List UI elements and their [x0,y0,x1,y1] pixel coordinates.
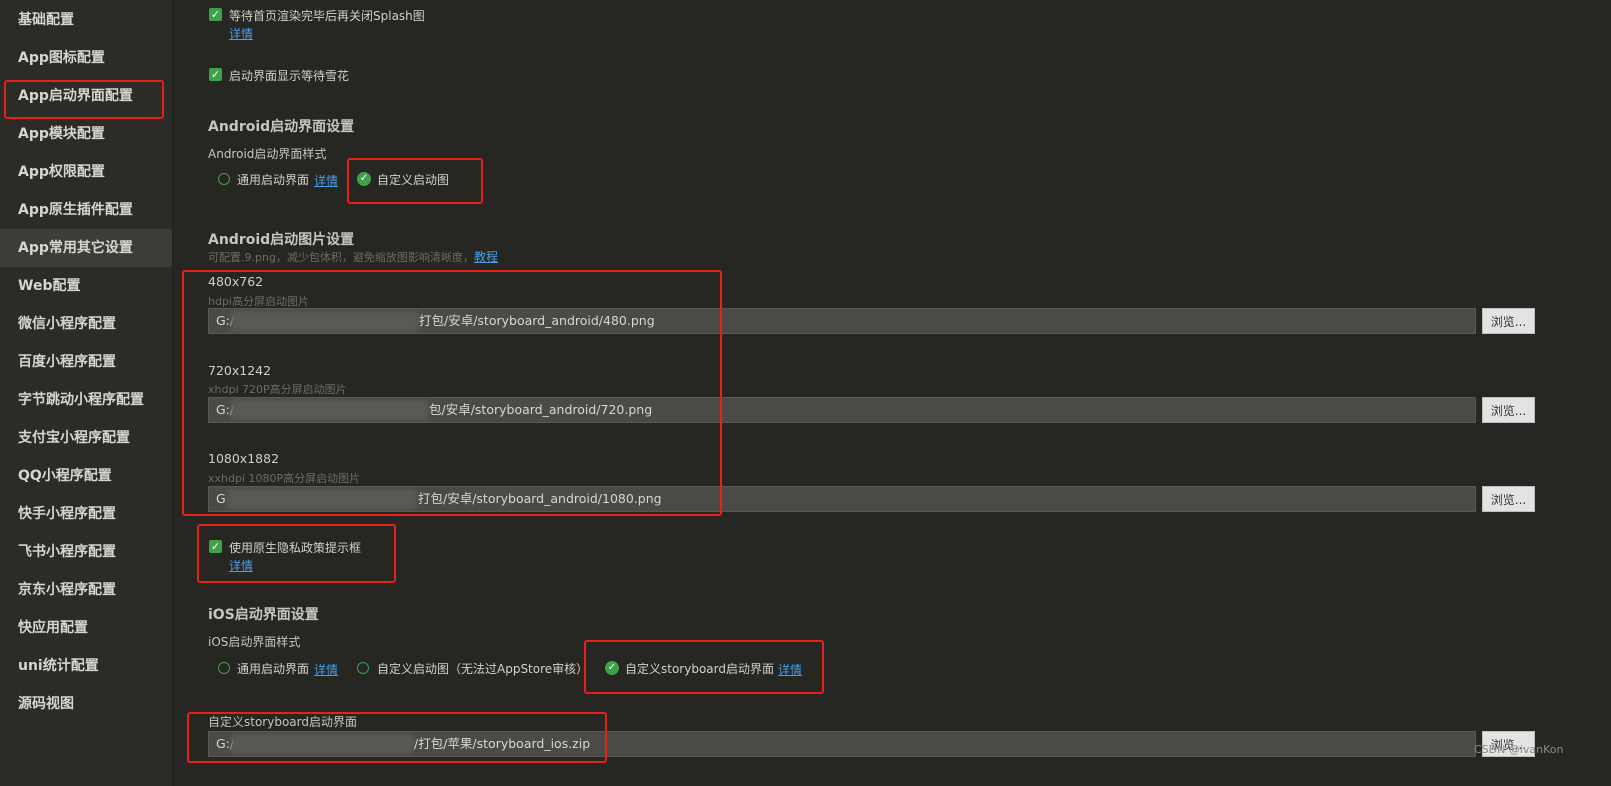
android-image-1080-path-suffix: 打包/安卓/storyboard_android/1080.png [418,491,662,506]
android-image-1080-size: 1080x1882 [208,451,280,466]
android-radio-custom[interactable]: ✓ [357,172,371,186]
redacted-path-segment [231,311,419,331]
android-option-common-label: 通用启动界面 [237,173,310,187]
android-image-720-browse-button[interactable]: 浏览... [1482,397,1535,423]
sidebar-item-app-splash[interactable]: App启动界面配置 [0,77,172,115]
ios-storyboard-path-input[interactable]: G:/ /打包/苹果/storyboard_ios.zip [208,731,1476,757]
sidebar-item-wechat[interactable]: 微信小程序配置 [0,305,172,343]
redacted-path-segment [231,734,414,754]
sidebar-item-basic[interactable]: 基础配置 [0,1,172,39]
sidebar-item-app-other[interactable]: App常用其它设置 [0,229,172,267]
privacy-detail-link[interactable]: 详情 [229,557,253,574]
android-radio-common[interactable] [218,173,230,185]
android-images-title: Android启动图片设置 [208,232,355,248]
android-image-720-size: 720x1242 [208,363,272,378]
sidebar-item-bytedance[interactable]: 字节跳动小程序配置 [0,381,172,419]
ios-common-detail-link[interactable]: 详情 [314,661,338,678]
android-image-1080-browse-button[interactable]: 浏览... [1482,486,1535,512]
watermark: CSDN @ivanKon [1474,743,1564,756]
redacted-path-segment [231,400,428,420]
android-style-label: Android启动界面样式 [208,147,327,161]
ios-storyboard-detail-link[interactable]: 详情 [778,661,802,678]
android-images-hint-text: 可配置.9.png，减少包体积，避免缩放图影响清晰度， [208,251,474,264]
ios-storyboard-path-suffix: /打包/苹果/storyboard_ios.zip [414,736,591,751]
sidebar-item-feishu[interactable]: 飞书小程序配置 [0,533,172,571]
sidebar-item-app-icon[interactable]: App图标配置 [0,39,172,77]
android-image-1080-path-input[interactable]: G 打包/安卓/storyboard_android/1080.png [208,486,1476,512]
ios-section-title: iOS启动界面设置 [208,607,319,623]
sidebar-item-kuaishou[interactable]: 快手小程序配置 [0,495,172,533]
sidebar-item-qq[interactable]: QQ小程序配置 [0,457,172,495]
ios-storyboard-label: 自定义storyboard启动界面 [208,715,357,729]
splash-wait-checkbox[interactable]: ✓ [209,8,222,21]
splash-wait-detail-link[interactable]: 详情 [229,25,253,42]
sidebar-item-app-modules[interactable]: App模块配置 [0,115,172,153]
ios-option-storyboard-label: 自定义storyboard启动界面 [625,662,774,676]
android-image-720-path-suffix: 包/安卓/storyboard_android/720.png [429,402,653,417]
ios-radio-storyboard[interactable]: ✓ [605,661,619,675]
android-images-tutorial-link[interactable]: 教程 [474,250,498,264]
sidebar-item-app-permissions[interactable]: App权限配置 [0,153,172,191]
sidebar-item-app-native-plugins[interactable]: App原生插件配置 [0,191,172,229]
sidebar: 基础配置 App图标配置 App启动界面配置 App模块配置 App权限配置 A… [0,0,173,786]
android-common-detail-link[interactable]: 详情 [314,172,338,189]
android-images-hint: 可配置.9.png，减少包体积，避免缩放图影响清晰度，教程 [208,248,498,265]
android-section-title: Android启动界面设置 [208,119,355,135]
privacy-label: 使用原生隐私政策提示框 [229,541,362,555]
android-image-1080-path-prefix: G [216,491,226,506]
snowflake-label: 启动界面显示等待雪花 [229,69,350,83]
ios-option-custom-image-label: 自定义启动图（无法过AppStore审核） [377,662,589,676]
sidebar-item-uni-stats[interactable]: uni统计配置 [0,647,172,685]
sidebar-item-jd[interactable]: 京东小程序配置 [0,571,172,609]
android-image-720-desc: xhdpi 720P高分屏启动图片 [208,383,347,396]
ios-style-label: iOS启动界面样式 [208,635,301,649]
android-option-custom-label: 自定义启动图 [377,173,450,187]
snowflake-checkbox[interactable]: ✓ [209,68,222,81]
sidebar-item-alipay[interactable]: 支付宝小程序配置 [0,419,172,457]
privacy-checkbox[interactable]: ✓ [209,540,222,553]
sidebar-item-source-view[interactable]: 源码视图 [0,685,172,723]
android-image-480-desc: hdpi高分屏启动图片 [208,295,309,308]
ios-radio-common[interactable] [218,662,230,674]
android-image-480-size: 480x762 [208,274,264,289]
android-image-720-path-input[interactable]: G:/ 包/安卓/storyboard_android/720.png [208,397,1476,423]
android-image-1080-desc: xxhdpi 1080P高分屏启动图片 [208,472,361,485]
android-image-480-path-suffix: 打包/安卓/storyboard_android/480.png [419,313,655,328]
android-image-480-browse-button[interactable]: 浏览... [1482,308,1535,334]
splash-wait-label: 等待首页渲染完毕后再关闭Splash图 [229,9,425,23]
sidebar-item-quickapp[interactable]: 快应用配置 [0,609,172,647]
sidebar-item-baidu[interactable]: 百度小程序配置 [0,343,172,381]
ios-option-common-label: 通用启动界面 [237,662,310,676]
ios-radio-custom-image[interactable] [357,662,369,674]
redacted-path-segment [227,489,417,509]
android-image-480-path-input[interactable]: G:/ 打包/安卓/storyboard_android/480.png [208,308,1476,334]
sidebar-item-web[interactable]: Web配置 [0,267,172,305]
